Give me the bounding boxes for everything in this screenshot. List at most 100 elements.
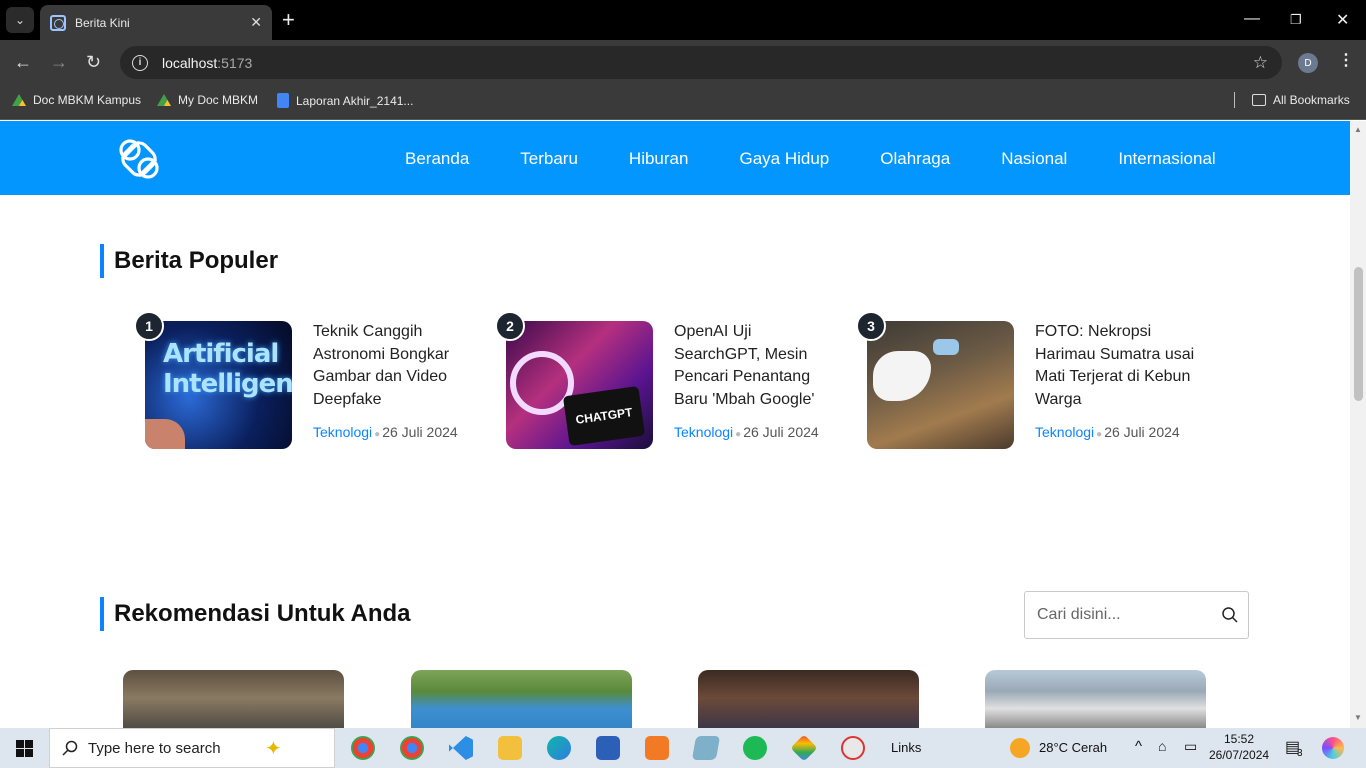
close-window-icon[interactable]: ✕ xyxy=(1336,10,1349,30)
separator-dot-icon: ● xyxy=(1096,429,1103,440)
copilot-icon[interactable] xyxy=(1322,737,1344,759)
news-thumbnail[interactable] xyxy=(867,321,1014,449)
bookmark-label: Laporan Akhir_2141... xyxy=(296,93,414,108)
news-category[interactable]: Teknologi xyxy=(1035,424,1094,440)
news-date: 26 Juli 2024 xyxy=(382,424,458,440)
search-box xyxy=(1024,591,1249,639)
site-info-icon[interactable]: i xyxy=(132,54,148,71)
news-title[interactable]: FOTO: Nekropsi Harimau Sumatra usai Mati… xyxy=(1035,321,1195,411)
chrome-icon[interactable] xyxy=(351,736,375,760)
news-meta: Teknologi ● 26 Juli 2024 xyxy=(1035,424,1180,440)
separator-dot-icon: ● xyxy=(735,429,742,440)
news-date: 26 Juli 2024 xyxy=(1104,424,1180,440)
chrome-profile-icon[interactable] xyxy=(400,736,424,760)
url-field[interactable]: i localhost:5173 ☆ xyxy=(120,46,1282,79)
popular-news-item[interactable]: 1 Artificial Intelligence Teknik Canggih… xyxy=(134,311,475,449)
edge-icon[interactable] xyxy=(547,736,571,760)
scroll-up-icon[interactable]: ▲ xyxy=(1354,125,1362,134)
scrollbar-thumb[interactable] xyxy=(1354,267,1363,401)
restore-icon[interactable]: ❐ xyxy=(1290,12,1302,28)
bookmark-star-icon[interactable]: ☆ xyxy=(1253,53,1268,73)
search-icon[interactable] xyxy=(1222,607,1238,623)
windows-start-icon[interactable] xyxy=(16,740,33,757)
all-bookmarks-button[interactable]: All Bookmarks xyxy=(1252,93,1350,107)
news-thumbnail[interactable]: CHATGPT xyxy=(506,321,653,449)
google-drive-icon xyxy=(157,94,171,106)
bookmarks-bar: Doc MBKM Kampus My Doc MBKM Laporan Akhi… xyxy=(0,86,1366,120)
forward-icon[interactable]: → xyxy=(50,52,68,73)
new-tab-button[interactable]: + xyxy=(282,8,295,32)
taskbar-search[interactable]: Type here to search ✦ xyxy=(49,728,335,768)
minimize-icon[interactable]: — xyxy=(1244,10,1260,28)
tray-chevron-icon[interactable]: ^ xyxy=(1135,738,1142,755)
reload-icon[interactable]: ↻ xyxy=(86,52,101,73)
file-explorer-icon[interactable] xyxy=(498,736,522,760)
back-icon[interactable]: ← xyxy=(14,52,32,73)
rank-badge: 2 xyxy=(495,311,525,341)
recommendation-section-title: Rekomendasi Untuk Anda xyxy=(100,597,411,631)
vscode-icon[interactable] xyxy=(449,736,473,760)
address-bar-row: ← → ↻ i localhost:5173 ☆ xyxy=(0,40,1366,86)
menu-beranda[interactable]: Beranda xyxy=(405,149,469,169)
recommendation-card[interactable] xyxy=(123,670,344,728)
recommendation-card[interactable] xyxy=(411,670,632,728)
tab-search-menu-button[interactable]: ⌄ xyxy=(6,7,34,33)
links-toolbar[interactable]: Links xyxy=(891,740,921,755)
weather-text[interactable]: 28°C Cerah xyxy=(1039,740,1107,755)
xampp-icon[interactable] xyxy=(645,736,669,760)
google-docs-icon xyxy=(277,93,289,108)
news-title[interactable]: OpenAI Uji SearchGPT, Mesin Pencari Pena… xyxy=(674,321,834,411)
menu-hiburan[interactable]: Hiburan xyxy=(629,149,689,169)
taskbar-search-placeholder: Type here to search xyxy=(88,739,221,757)
weather-icon[interactable] xyxy=(1010,738,1030,758)
search-input[interactable] xyxy=(1037,606,1207,624)
menu-terbaru[interactable]: Terbaru xyxy=(520,149,578,169)
search-icon xyxy=(62,740,78,756)
app-icon[interactable] xyxy=(790,734,818,762)
site-logo[interactable] xyxy=(116,136,162,182)
site-favicon-icon xyxy=(50,14,66,31)
app-icon[interactable] xyxy=(691,736,721,760)
menu-olahraga[interactable]: Olahraga xyxy=(880,149,950,169)
app-icon[interactable] xyxy=(841,736,865,760)
scroll-down-icon[interactable]: ▼ xyxy=(1354,713,1362,722)
bookmark-doc-mbkm-kampus[interactable]: Doc MBKM Kampus xyxy=(12,93,141,107)
site-navbar: Beranda Terbaru Hiburan Gaya Hidup Olahr… xyxy=(0,121,1350,195)
battery-icon[interactable]: ▭ xyxy=(1184,738,1197,755)
recommendation-card[interactable] xyxy=(698,670,919,728)
folder-icon xyxy=(1252,94,1266,106)
clock-time[interactable]: 15:52 xyxy=(1224,732,1254,746)
menu-gaya-hidup[interactable]: Gaya Hidup xyxy=(739,149,829,169)
main-menu: Beranda Terbaru Hiburan Gaya Hidup Olahr… xyxy=(405,149,1216,169)
news-thumbnail[interactable]: Artificial Intelligence xyxy=(145,321,292,449)
thumbnail-decoration xyxy=(145,419,185,449)
close-tab-icon[interactable]: ✕ xyxy=(250,14,262,31)
news-title[interactable]: Teknik Canggih Astronomi Bongkar Gambar … xyxy=(313,321,473,411)
url-port: :5173 xyxy=(217,54,253,71)
spotify-icon[interactable] xyxy=(743,736,767,760)
bookmark-my-doc-mbkm[interactable]: My Doc MBKM xyxy=(157,93,258,107)
menu-nasional[interactable]: Nasional xyxy=(1001,149,1067,169)
news-meta: Teknologi ● 26 Juli 2024 xyxy=(674,424,819,440)
browser-menu-icon[interactable]: ⋮ xyxy=(1338,50,1354,70)
browser-tabbar: ⌄ Berita Kini ✕ + — ❐ ✕ xyxy=(0,0,1366,40)
profile-avatar[interactable]: D xyxy=(1298,53,1318,73)
network-icon[interactable]: ⌂ xyxy=(1158,738,1166,754)
recommendation-card[interactable] xyxy=(985,670,1206,728)
popular-news-item[interactable]: 3 FOTO: Nekropsi Harimau Sumatra usai Ma… xyxy=(856,311,1197,449)
popular-section-title: Berita Populer xyxy=(100,244,278,278)
news-category[interactable]: Teknologi xyxy=(313,424,372,440)
news-category[interactable]: Teknologi xyxy=(674,424,733,440)
page-scrollbar[interactable]: ▲ ▼ xyxy=(1350,121,1366,728)
menu-internasional[interactable]: Internasional xyxy=(1118,149,1215,169)
thumbnail-decoration xyxy=(933,339,959,355)
browser-tab[interactable]: Berita Kini ✕ xyxy=(40,5,272,40)
popular-news-item[interactable]: 2 CHATGPT OpenAI Uji SearchGPT, Mesin Pe… xyxy=(495,311,836,449)
bookmark-laporan-akhir[interactable]: Laporan Akhir_2141... xyxy=(277,93,413,108)
bookmarks-divider xyxy=(1234,92,1235,108)
google-drive-icon xyxy=(12,94,26,106)
clock-date[interactable]: 26/07/2024 xyxy=(1209,748,1269,762)
word-icon[interactable] xyxy=(596,736,620,760)
copilot-sparkle-icon: ✦ xyxy=(265,738,282,760)
notification-count: 3 xyxy=(1297,748,1303,759)
